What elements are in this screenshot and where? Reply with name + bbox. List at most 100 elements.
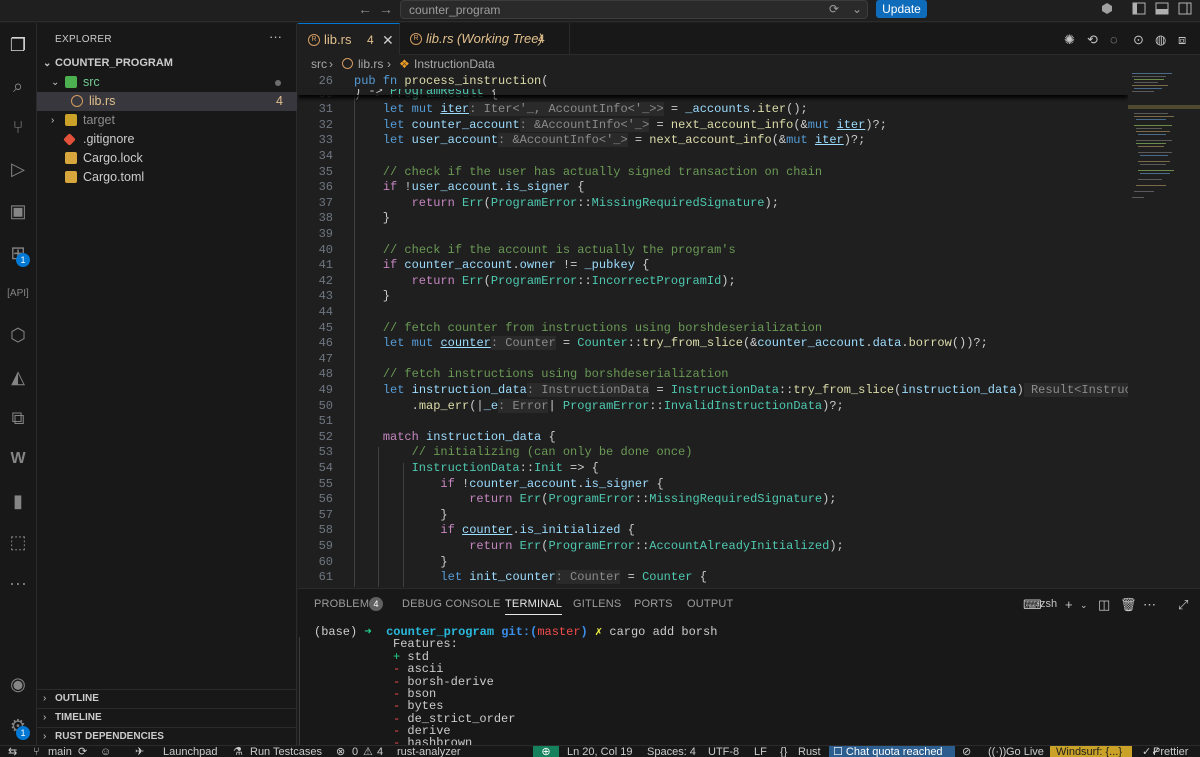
outline-section[interactable]: › OUTLINE	[37, 689, 297, 708]
tree-item-gitignore[interactable]: .gitignore	[37, 130, 297, 149]
timeline-section[interactable]: › TIMELINE	[37, 708, 297, 727]
sticky-scroll-line[interactable]: 26 pub fn process_instruction(	[298, 73, 1128, 89]
breadcrumb-symbol[interactable]: InstructionData	[414, 55, 495, 73]
language-mode[interactable]: Rust	[798, 746, 821, 757]
line-number: 56	[318, 492, 333, 506]
cursor-position[interactable]: Ln 20, Col 19	[567, 746, 632, 757]
chevron-down-icon[interactable]: ⌄	[1080, 600, 1088, 611]
command-center-search[interactable]: counter_program ⟳ ⌄	[400, 0, 868, 19]
copilot-icon[interactable]: ⟳	[829, 2, 839, 16]
tab-lib-rs[interactable]: R lib.rs 4 ✕	[298, 23, 400, 55]
breadcrumb-file[interactable]: lib.rs	[358, 55, 383, 73]
warning-count[interactable]: 4	[377, 746, 383, 757]
containers-icon[interactable]: ⧉	[6, 406, 30, 430]
explorer-more-icon[interactable]: ···	[269, 29, 282, 44]
minimap[interactable]	[1128, 73, 1200, 587]
go-live-item[interactable]: Go Live	[1006, 746, 1044, 757]
openai-icon[interactable]: ✺	[1064, 32, 1075, 48]
tab-lib-rs-working-tree[interactable]: R lib.rs (Working Tree) 4	[400, 23, 570, 55]
prettier-item[interactable]: Prettier	[1153, 746, 1188, 757]
code-line: let instruction_data: InstructionData = …	[354, 383, 1128, 397]
tree-item-src[interactable]: ⌄ src	[37, 73, 297, 92]
tree-item-cargo-toml[interactable]: Cargo.toml	[37, 168, 297, 187]
gitlens-icon[interactable]: ◍	[1155, 32, 1166, 48]
chat-quota-item[interactable]: ☐ Chat quota reached	[829, 746, 955, 757]
open-changes-icon[interactable]: ⟲	[1087, 32, 1098, 48]
more-icon[interactable]: ···	[6, 571, 30, 595]
launchpad-item[interactable]: Launchpad	[163, 746, 217, 757]
accounts-shield-icon[interactable]	[1100, 2, 1114, 15]
timeline-label: TIMELINE	[55, 712, 102, 723]
rust-dependencies-section[interactable]: › RUST DEPENDENCIES	[37, 727, 297, 746]
zoom-icon[interactable]: ⊕	[533, 746, 559, 757]
split-editor-icon[interactable]: ⧈	[1178, 32, 1186, 48]
more-icon[interactable]: ⋯	[1143, 597, 1156, 613]
code-line: // initializing (can only be done once)	[411, 445, 693, 459]
code-line: return Err(ProgramError::MissingRequired…	[411, 196, 779, 210]
rust-analyzer-item[interactable]: rust-analyzer	[397, 746, 461, 757]
toggle-panel-icon[interactable]	[1155, 2, 1169, 15]
search-icon[interactable]: ⌕	[6, 74, 30, 98]
windsurf-item[interactable]: Windsurf: {...}	[1050, 746, 1132, 757]
split-terminal-icon[interactable]: ◫	[1098, 597, 1110, 613]
chevron-right-icon: ›	[387, 57, 391, 71]
panel-tab-debug-console[interactable]: DEBUG CONSOLE	[402, 598, 501, 610]
indentation[interactable]: Spaces: 4	[647, 746, 696, 757]
chat-quota-label: Chat quota reached	[845, 746, 943, 757]
next-change-icon[interactable]: ⊙	[1133, 32, 1144, 48]
account-icon[interactable]: ◉	[6, 672, 30, 696]
end-of-line[interactable]: LF	[754, 746, 767, 757]
run-testcases-item[interactable]: Run Testcases	[250, 746, 322, 757]
update-button[interactable]: Update	[876, 0, 927, 18]
breadcrumb-folder[interactable]: src	[311, 55, 327, 73]
chevron-down-icon: ⌄	[43, 58, 52, 69]
project-folder-label: COUNTER_PROGRAM	[55, 57, 173, 69]
line-number: 38	[318, 211, 333, 225]
rust-crates-icon[interactable]: ⬡	[6, 323, 30, 347]
explorer-files-icon[interactable]: ❐	[6, 33, 30, 57]
code-line: }	[354, 555, 448, 569]
line-number: 54	[318, 461, 333, 475]
shell-name[interactable]: zsh	[1040, 598, 1057, 610]
remote-explorer-icon[interactable]: ▣	[6, 199, 30, 223]
tree-item-target[interactable]: › target	[37, 111, 297, 130]
source-control-icon[interactable]: ⑂	[6, 115, 30, 139]
explorer-sidebar: EXPLORER ··· ⌄ COUNTER_PROGRAM ⌄ src lib…	[37, 23, 297, 745]
run-debug-icon[interactable]: ▷	[6, 157, 30, 181]
warning-icon: ⚠	[363, 746, 373, 757]
toggle-sidebar-icon[interactable]	[1132, 2, 1146, 15]
trash-icon[interactable]: 🗑	[1120, 597, 1137, 613]
copilot-status-icon[interactable]: ⊘	[962, 746, 971, 757]
chart-icon[interactable]: ▮	[6, 489, 30, 513]
close-icon[interactable]: ✕	[382, 24, 394, 56]
panel-tab-ports[interactable]: PORTS	[634, 598, 673, 610]
code-editor[interactable]: 30) -> ProgramResult {31 let mut iter: I…	[298, 73, 1128, 587]
panel-tab-gitlens[interactable]: GITLENS	[573, 598, 621, 610]
chevron-down-icon[interactable]: ⌄	[852, 2, 862, 16]
api-icon[interactable]: [API]	[6, 282, 30, 306]
project-folder-row[interactable]: ⌄ COUNTER_PROGRAM	[37, 54, 297, 73]
branch-name[interactable]: main	[48, 746, 72, 757]
panel-tab-problems[interactable]: PROBLEMS	[314, 598, 377, 610]
tree-item-label: lib.rs	[89, 94, 116, 108]
forward-arrow-icon[interactable]: →	[377, 1, 395, 17]
sticky-scroll-line-2: ) -> ProgramResult {	[298, 89, 1128, 95]
line-number: 35	[318, 165, 333, 179]
tree-item-lib-rs[interactable]: lib.rs 4	[37, 92, 297, 111]
windsurf-icon[interactable]: W	[6, 447, 30, 471]
previous-change-icon[interactable]: ◌	[1110, 32, 1118, 47]
panel-tab-output[interactable]: OUTPUT	[687, 598, 733, 610]
error-count[interactable]: 0	[352, 746, 358, 757]
package-icon[interactable]: ⬚	[6, 530, 30, 554]
solana-icon[interactable]: ◭	[6, 365, 30, 389]
new-terminal-plus-icon[interactable]: +	[1065, 597, 1073, 612]
tree-item-cargo-lock[interactable]: Cargo.lock	[37, 149, 297, 168]
encoding[interactable]: UTF-8	[708, 746, 739, 757]
panel-tab-terminal[interactable]: TERMINAL	[505, 598, 563, 615]
remote-icon[interactable]: ⇆	[8, 746, 17, 757]
maximize-panel-icon[interactable]: ⤢	[1178, 597, 1188, 613]
back-arrow-icon[interactable]: ←	[356, 1, 374, 17]
toggle-secondary-sidebar-icon[interactable]	[1178, 2, 1192, 15]
code-line: if !counter_account.is_signer {	[440, 477, 664, 491]
sync-icon[interactable]: ⟳	[78, 746, 87, 757]
